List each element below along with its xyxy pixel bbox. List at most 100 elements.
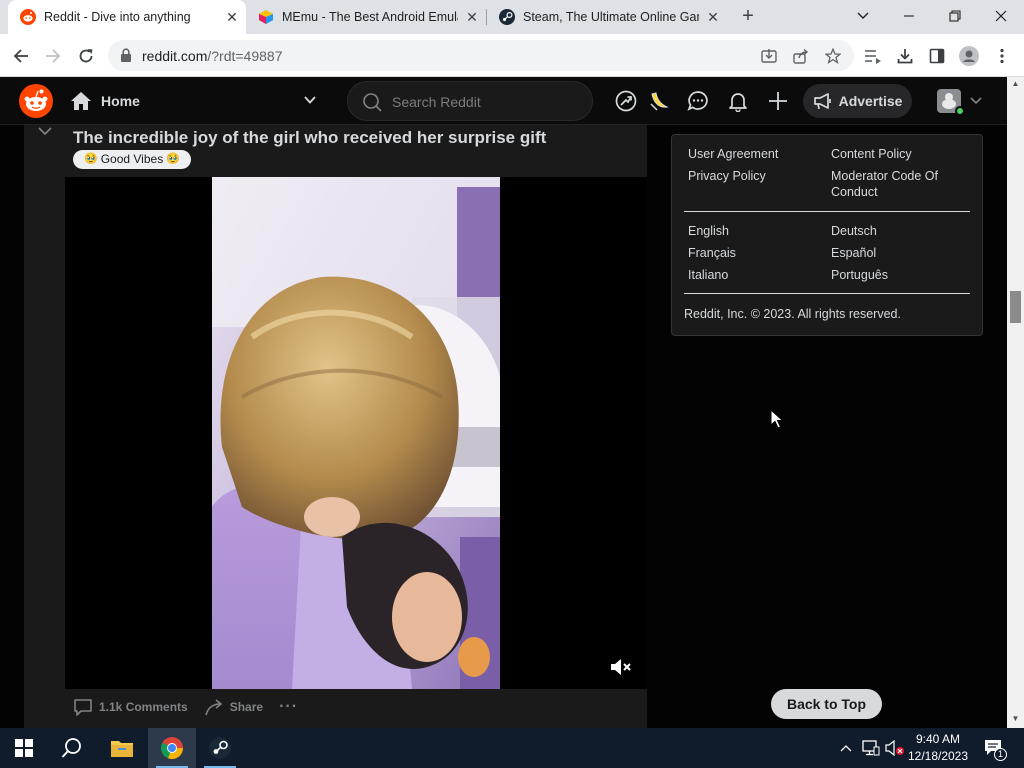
side-panel-icon[interactable] [926,45,948,67]
page-scrollbar[interactable]: ▲ ▼ [1007,77,1024,728]
chevron-down-icon[interactable] [970,96,982,106]
footer-card: User Agreement Privacy Policy Content Po… [671,134,983,336]
steam-icon [209,737,231,759]
comment-icon [74,699,92,716]
footer-link-moderator-code[interactable]: Moderator Code Of Conduct [831,168,961,200]
notifications-bell-icon[interactable] [726,89,750,113]
advertise-label: Advertise [838,93,903,109]
language-portuguese[interactable]: Português [831,267,888,283]
scroll-down-arrow-icon[interactable]: ▼ [1011,714,1020,723]
browser-tab-strip: Reddit - Dive into anything ✕ MEmu - The… [0,0,1024,34]
popular-icon[interactable] [614,89,638,113]
install-app-icon[interactable] [760,47,778,65]
show-hidden-icons-chevron[interactable] [838,728,854,768]
browser-toolbar: reddit.com/?rdt=49887 [0,34,1024,77]
user-avatar[interactable] [937,89,965,116]
post-action-bar: 1.1k Comments Share ··· [73,698,314,716]
crypto-banana-icon[interactable] [647,89,671,113]
advertise-button[interactable]: Advertise [803,84,912,118]
share-icon[interactable] [792,47,810,65]
flair-emoji: 🥹 [84,153,98,165]
notification-count-badge: 1 [994,748,1007,761]
reading-list-icon[interactable] [862,45,884,67]
reddit-icon [20,9,36,25]
restore-button[interactable] [941,4,969,28]
tab-title: Reddit - Dive into anything [44,10,191,24]
back-button[interactable] [8,43,34,69]
footer-divider [684,293,970,294]
footer-link-user-agreement[interactable]: User Agreement [688,146,778,162]
minimize-button[interactable] [895,4,923,28]
home-feed-selector[interactable]: Home [70,91,140,111]
tab-steam[interactable]: Steam, The Ultimate Online Gam ✕ [487,0,727,34]
reddit-logo[interactable] [19,84,53,118]
footer-link-content-policy[interactable]: Content Policy [831,146,912,162]
tab-title: MEmu - The Best Android Emulat [282,10,458,24]
search-icon [61,738,81,758]
share-arrow-icon [204,699,222,716]
post-flair[interactable]: 🥹 Good Vibes 🥹 [73,150,191,169]
tab-close-icon[interactable]: ✕ [224,9,240,25]
home-icon [71,92,91,110]
memu-icon [259,10,273,24]
address-bar[interactable]: reddit.com/?rdt=49887 [108,40,854,71]
online-status-dot [955,106,965,116]
taskbar-chrome[interactable] [148,728,196,768]
start-button[interactable] [0,728,48,768]
scrollbar-thumb[interactable] [1010,291,1021,323]
profile-icon[interactable] [958,45,980,67]
bookmark-star-icon[interactable] [824,47,842,65]
reload-button[interactable] [73,43,99,69]
megaphone-icon [813,93,831,110]
language-spanish[interactable]: Español [831,245,876,261]
network-icon[interactable] [860,728,882,768]
taskbar-file-explorer[interactable] [98,728,146,768]
video-frame [212,177,500,689]
share-button[interactable]: Share [204,698,263,716]
clock-time: 9:40 AM [915,732,961,746]
tab-close-icon[interactable]: ✕ [464,9,480,25]
url-text: reddit.com/?rdt=49887 [142,48,283,64]
action-center-button[interactable]: 1 [980,728,1008,768]
tab-search-chevron-icon[interactable] [849,4,877,28]
chat-icon[interactable] [686,89,710,113]
mouse-cursor-icon [770,409,784,429]
volume-muted-icon[interactable] [884,728,906,768]
tab-reddit[interactable]: Reddit - Dive into anything ✕ [8,0,246,34]
video-player[interactable] [65,177,647,689]
chevron-down-icon[interactable] [303,93,317,107]
scroll-up-arrow-icon[interactable]: ▲ [1011,79,1020,88]
back-to-top-button[interactable]: Back to Top [771,689,882,719]
chrome-menu-icon[interactable] [991,45,1013,67]
lock-icon [121,48,131,62]
more-options-button[interactable]: ··· [279,698,298,716]
search-button[interactable] [48,728,96,768]
mute-icon[interactable] [610,657,632,677]
system-clock[interactable]: 9:40 AM 12/18/2023 [905,731,971,765]
chrome-icon [160,737,184,760]
forward-button[interactable] [40,43,66,69]
chevron-down-icon[interactable] [38,126,52,136]
language-french[interactable]: Français [688,245,736,261]
share-label: Share [229,700,264,714]
search-placeholder: Search Reddit [392,94,481,110]
close-window-button[interactable] [987,4,1015,28]
more-dots-icon: ··· [279,698,299,715]
reddit-header: Home Search Reddit Advertise [0,77,1007,125]
search-input[interactable]: Search Reddit [347,81,593,121]
footer-link-privacy-policy[interactable]: Privacy Policy [688,168,766,184]
tab-memu[interactable]: MEmu - The Best Android Emulat ✕ [246,0,486,34]
new-tab-button[interactable]: + [737,6,759,28]
language-italian[interactable]: Italiano [688,267,728,283]
flair-label: Good Vibes [100,152,164,166]
search-icon [363,93,382,112]
taskbar-steam[interactable] [196,728,244,768]
post-title[interactable]: The incredible joy of the girl who recei… [73,128,546,148]
downloads-icon[interactable] [894,45,916,67]
language-german[interactable]: Deutsch [831,223,877,239]
language-english[interactable]: English [688,223,729,239]
comments-button[interactable]: 1.1k Comments [73,698,188,716]
tab-close-icon[interactable]: ✕ [705,9,721,25]
tab-title: Steam, The Ultimate Online Gam [523,10,699,24]
create-post-plus-icon[interactable] [766,89,790,113]
